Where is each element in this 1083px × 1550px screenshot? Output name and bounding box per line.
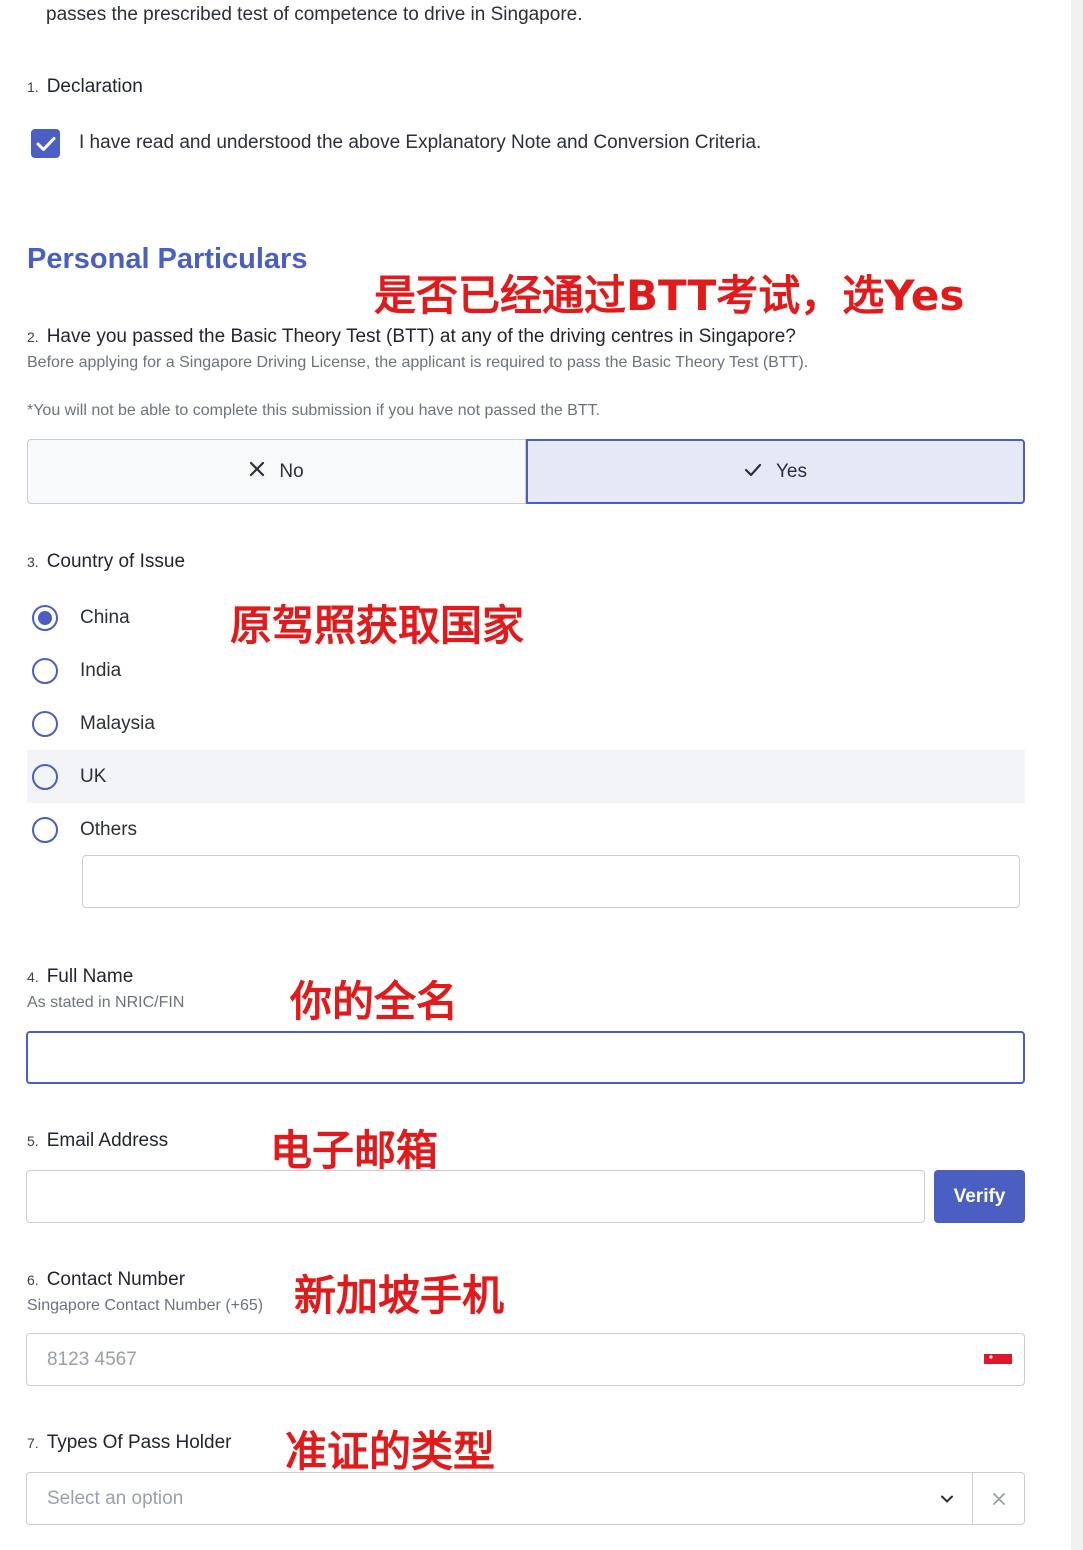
question-title: Have you passed the Basic Theory Test (B… [46, 326, 796, 347]
question-number: 5. [27, 1133, 39, 1149]
annotation-btt: 是否已经通过BTT考试，选Yes [374, 271, 965, 320]
question-pass-type: 7. Types Of Pass Holder [27, 1432, 231, 1454]
scrollbar[interactable] [1071, 0, 1083, 1550]
verify-button[interactable]: Verify [934, 1170, 1025, 1223]
intro-text: passes the prescribed test of competence… [46, 4, 583, 25]
close-icon [249, 460, 265, 483]
radio-option-others[interactable]: Others [27, 803, 1025, 856]
question-number: 1. [27, 79, 39, 95]
others-country-input[interactable] [82, 855, 1020, 908]
question-btt: 2. Have you passed the Basic Theory Test… [27, 326, 796, 348]
question-title: Country of Issue [46, 551, 186, 572]
question-declaration: 1. Declaration [27, 76, 143, 98]
question-title: Contact Number [46, 1269, 186, 1290]
full-name-input[interactable] [26, 1031, 1025, 1084]
radio-option-china[interactable]: China [27, 591, 1025, 644]
section-title: Personal Particulars [27, 243, 308, 275]
question-number: 4. [27, 969, 39, 985]
question-number: 2. [27, 329, 39, 345]
contact-number-input[interactable]: 8123 4567 [26, 1333, 1025, 1386]
radio-option-malaysia[interactable]: Malaysia [27, 697, 1025, 750]
radio-label: UK [80, 765, 107, 787]
radio-option-uk[interactable]: UK [27, 750, 1025, 803]
declaration-checkbox[interactable] [31, 129, 60, 158]
check-icon [36, 136, 55, 151]
question-number: 3. [27, 554, 39, 570]
question-title: Declaration [46, 76, 143, 97]
radio-button[interactable] [32, 604, 58, 631]
question-email: 5. Email Address [27, 1130, 168, 1152]
radio-label: Others [80, 818, 138, 840]
pass-type-select[interactable]: Select an option [26, 1472, 1025, 1525]
chevron-down-icon[interactable] [922, 1473, 973, 1524]
btt-warning: *You will not be able to complete this s… [27, 402, 601, 419]
btt-yes-button[interactable]: Yes [526, 439, 1025, 504]
singapore-flag-icon[interactable] [984, 1351, 1012, 1364]
radio-label: Malaysia [80, 712, 155, 734]
radio-button[interactable] [32, 710, 58, 737]
full-name-description: As stated in NRIC/FIN [27, 994, 185, 1011]
btt-no-button[interactable]: No [27, 439, 526, 504]
question-country: 3. Country of Issue [27, 551, 185, 573]
check-icon [744, 460, 762, 483]
email-input[interactable] [26, 1170, 925, 1223]
clear-selection-icon[interactable] [973, 1473, 1024, 1524]
btt-yes-label: Yes [776, 460, 807, 482]
annotation-phone: 新加坡手机 [294, 1271, 505, 1320]
btt-no-label: No [279, 460, 304, 482]
question-title: Email Address [46, 1130, 169, 1151]
declaration-checkbox-label[interactable]: I have read and understood the above Exp… [79, 132, 761, 154]
radio-button[interactable] [32, 763, 58, 790]
question-number: 7. [27, 1435, 39, 1451]
annotation-pass: 准证的类型 [285, 1427, 496, 1476]
radio-label: China [80, 606, 130, 628]
contact-description: Singapore Contact Number (+65) [27, 1297, 264, 1314]
radio-label: India [80, 659, 122, 681]
annotation-name: 你的全名 [290, 977, 459, 1026]
btt-description: Before applying for a Singapore Driving … [27, 354, 809, 371]
question-title: Types Of Pass Holder [46, 1432, 232, 1453]
radio-button[interactable] [32, 816, 58, 843]
question-number: 6. [27, 1272, 39, 1288]
pass-type-placeholder: Select an option [47, 1487, 184, 1509]
question-contact: 6. Contact Number [27, 1269, 185, 1291]
contact-placeholder: 8123 4567 [47, 1348, 137, 1370]
radio-option-india[interactable]: India [27, 644, 1025, 697]
question-full-name: 4. Full Name [27, 966, 133, 988]
question-title: Full Name [46, 966, 134, 987]
annotation-email: 电子邮箱 [270, 1126, 439, 1175]
radio-button[interactable] [32, 657, 58, 684]
